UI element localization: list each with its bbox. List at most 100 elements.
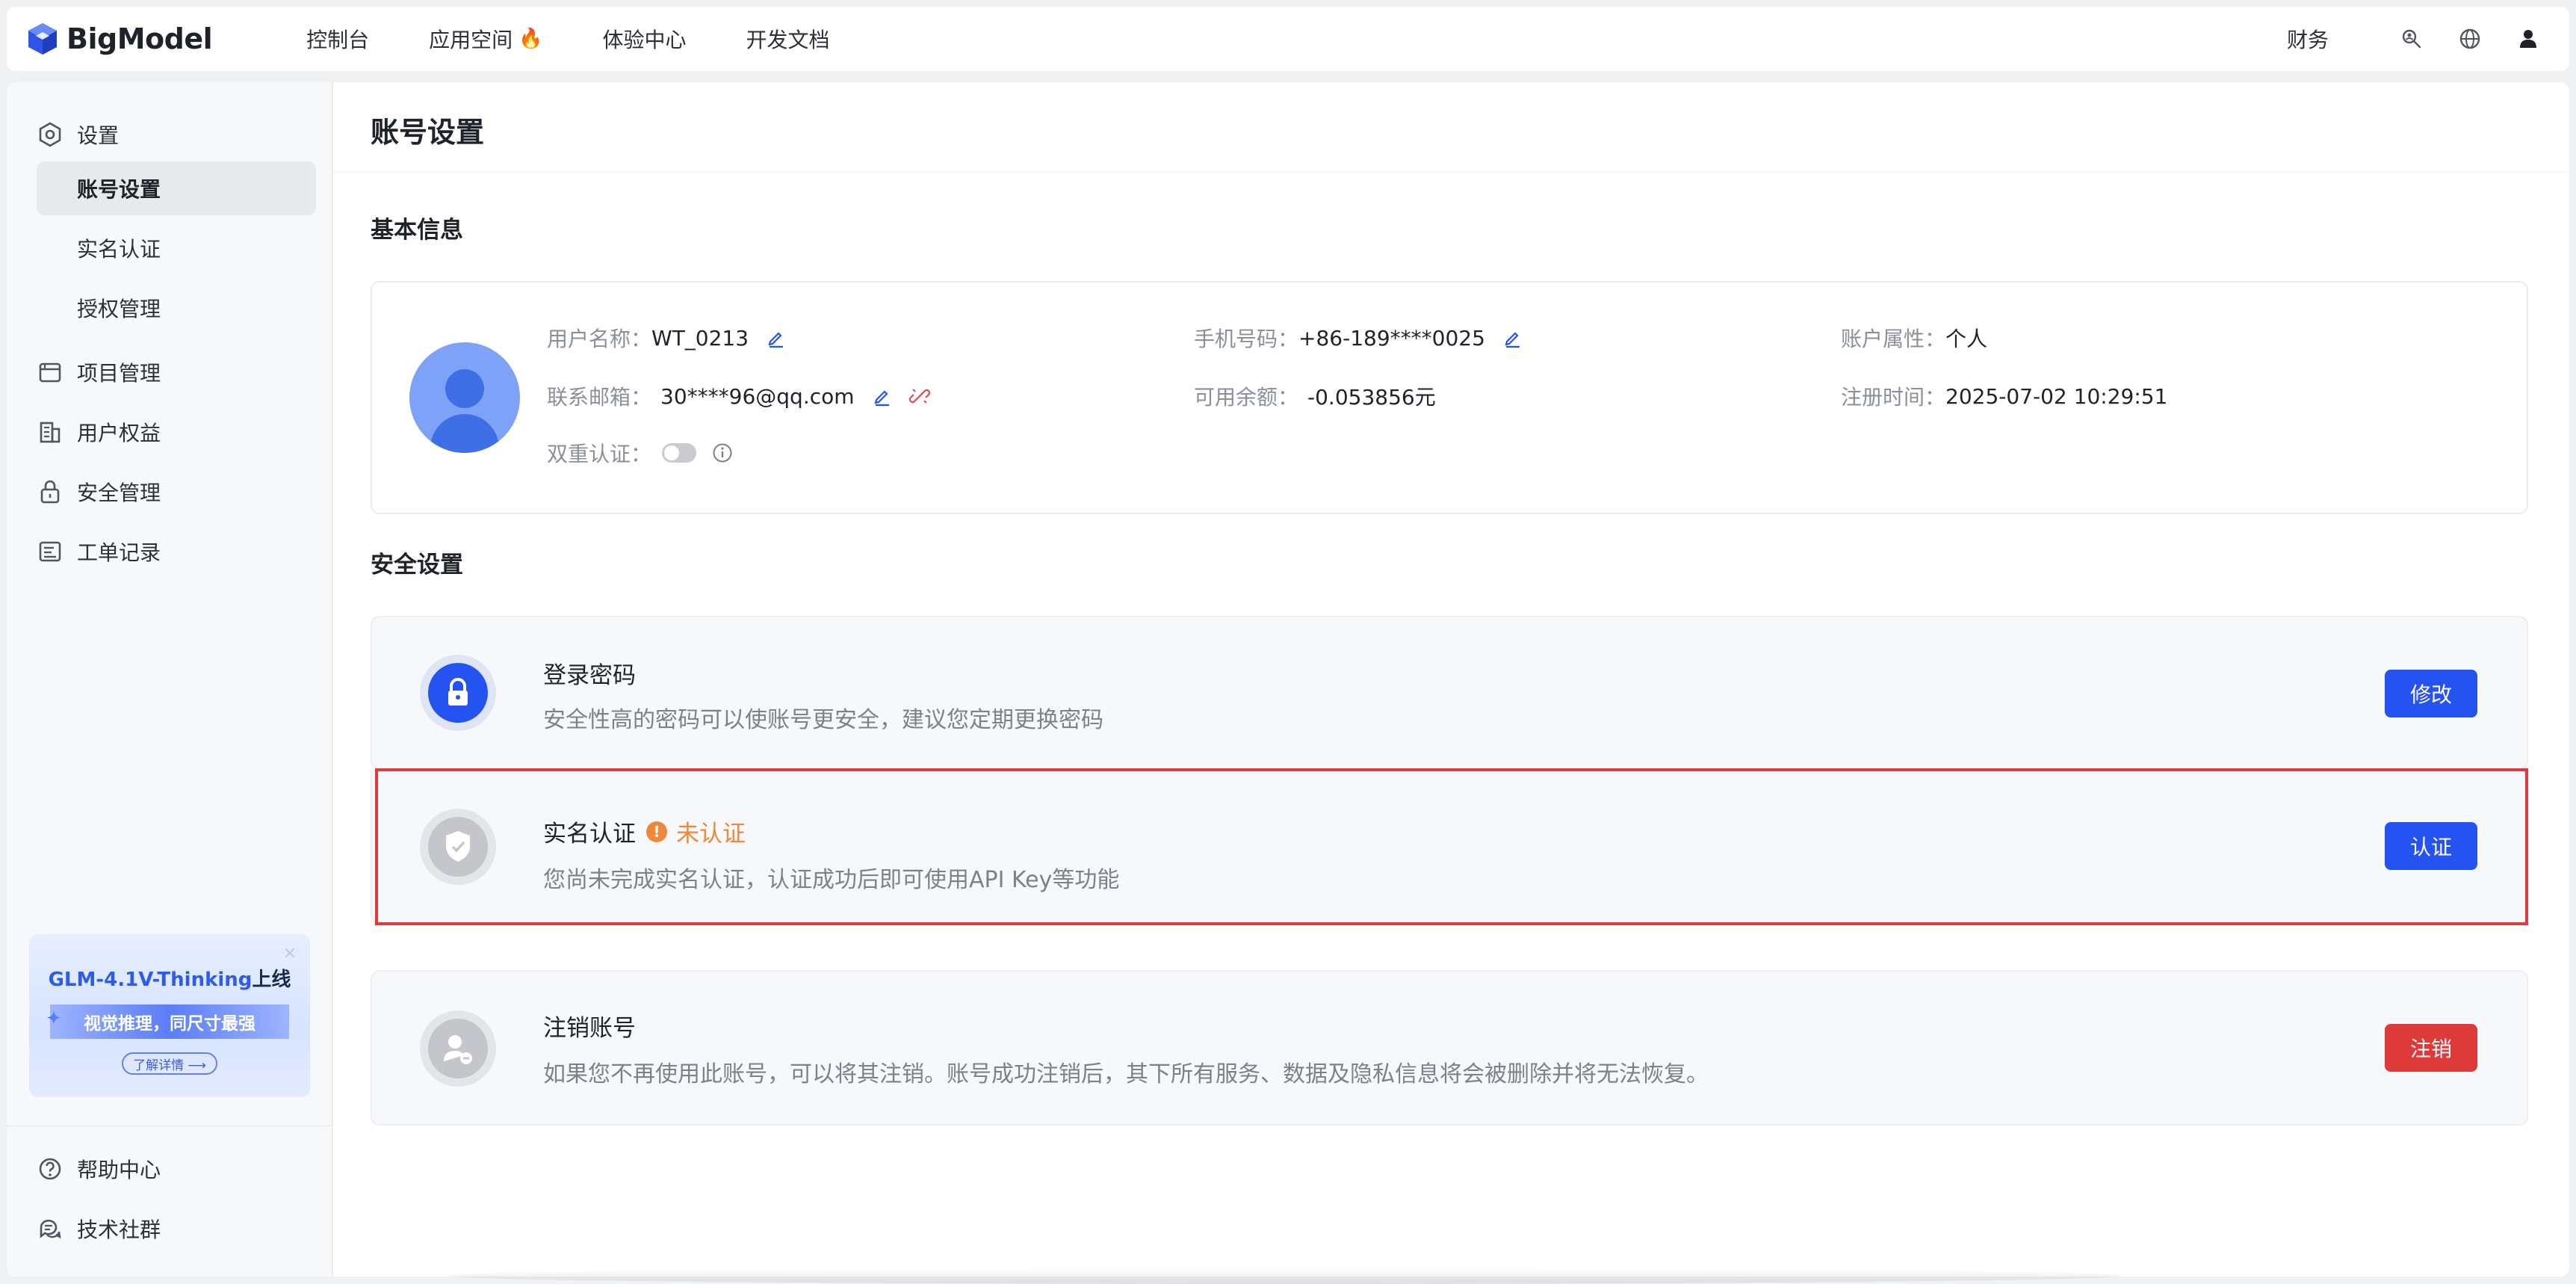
- logo-text: BigModel: [66, 22, 213, 55]
- avatar-body: [430, 414, 499, 453]
- register-time-label: 注册时间：: [1841, 385, 1946, 410]
- balance-value: -0.053856元: [1307, 385, 1436, 410]
- sidebar-item-user-benefits[interactable]: 用户权益: [7, 410, 161, 454]
- promo-subtitle: 视觉推理，同尺寸最强: [50, 1004, 289, 1039]
- promo-learn-more-button[interactable]: 了解详情 ⟶: [122, 1052, 217, 1075]
- email-label: 联系邮箱：: [547, 385, 652, 410]
- help-icon: [39, 1158, 61, 1180]
- password-card: 登录密码 安全性高的密码可以使账号更安全，建议您定期更换密码 修改: [371, 616, 2528, 770]
- nav-app-space-label: 应用空间: [429, 28, 513, 52]
- cancel-account-desc: 如果您不再使用此账号，可以将其注销。账号成功注销后，其下所有服务、数据及隐私信息…: [543, 1061, 1709, 1087]
- cancel-icon-wrap: [420, 1010, 496, 1087]
- lock-icon: [428, 663, 488, 723]
- sidebar-item-security[interactable]: 安全管理: [7, 469, 161, 514]
- sidebar-item-account-settings[interactable]: 账号设置: [37, 161, 316, 215]
- nav-dev-docs[interactable]: 开发文档: [746, 24, 830, 54]
- edit-email-icon[interactable]: [871, 385, 894, 407]
- cancel-account-button[interactable]: 注销: [2385, 1024, 2477, 1072]
- two-factor-field: 双重认证：: [547, 438, 734, 468]
- password-name: 登录密码: [543, 662, 636, 689]
- sidebar-item-label: 项目管理: [77, 361, 161, 386]
- bottom-shadow: [448, 1268, 2122, 1284]
- sidebar-item-tickets[interactable]: 工单记录: [7, 529, 161, 574]
- realname-desc: 您尚未完成实名认证，认证成功后即可使用API Key等功能: [543, 867, 1120, 893]
- realname-name: 实名认证 ! 未认证: [543, 815, 746, 848]
- phone-value: +86-189****0025: [1298, 325, 1485, 351]
- username-field: 用户名称： WT_0213: [547, 323, 787, 353]
- sidebar-item-realname[interactable]: 实名认证: [37, 221, 316, 275]
- fire-icon: 🔥: [518, 28, 543, 50]
- chat-icon: [40, 1219, 61, 1239]
- account-type-label: 账户属性：: [1841, 327, 1946, 351]
- balance-label: 可用余额：: [1194, 385, 1299, 410]
- realname-label: 实名认证: [543, 821, 636, 848]
- balance-field: 可用余额： -0.053856元: [1194, 381, 1436, 411]
- unlink-email-icon[interactable]: [908, 385, 931, 407]
- two-factor-toggle[interactable]: [662, 443, 697, 463]
- project-icon: [39, 362, 61, 383]
- promo-title-rest: 上线: [252, 969, 291, 991]
- sidebar-item-projects[interactable]: 项目管理: [7, 350, 161, 395]
- sidebar-item-authorization[interactable]: 授权管理: [37, 281, 316, 335]
- page-title: 账号设置: [371, 116, 485, 149]
- register-time-value: 2025-07-02 10:29:51: [1945, 383, 2168, 409]
- change-password-button[interactable]: 修改: [2385, 670, 2477, 717]
- top-right-tools: 财务: [2287, 24, 2541, 54]
- sidebar-item-help-center[interactable]: 帮助中心: [7, 1146, 161, 1191]
- nav-console[interactable]: 控制台: [306, 24, 369, 54]
- settings-icon: [39, 122, 61, 147]
- warning-icon: !: [646, 821, 667, 842]
- account-type-value: 个人: [1945, 327, 1988, 351]
- sidebar-item-label: 账号设置: [77, 177, 161, 202]
- sidebar-item-settings[interactable]: 设置: [7, 112, 119, 157]
- verify-realname-button[interactable]: 认证: [2385, 822, 2477, 870]
- sidebar-item-label: 实名认证: [77, 237, 161, 262]
- promo-title-highlight: GLM-4.1V-Thinking: [48, 969, 253, 991]
- nav-app-space[interactable]: 应用空间 🔥: [429, 24, 542, 54]
- close-icon[interactable]: ✕: [283, 945, 297, 963]
- sidebar-item-label: 帮助中心: [77, 1158, 161, 1182]
- bigmodel-logo-icon: [28, 23, 57, 55]
- info-icon[interactable]: [711, 442, 734, 464]
- sidebar-item-label: 工单记录: [77, 540, 161, 565]
- basic-info-card: 用户名称： WT_0213 联系邮箱： 30****96@qq.com 双重认证…: [371, 281, 2528, 514]
- building-icon: [40, 422, 61, 443]
- cancel-account-card: 注销账号 如果您不再使用此账号，可以将其注销。账号成功注销后，其下所有服务、数据…: [371, 970, 2528, 1126]
- phone-label: 手机号码：: [1194, 327, 1299, 351]
- search-person-icon[interactable]: [2399, 26, 2424, 52]
- globe-icon[interactable]: [2457, 26, 2483, 52]
- username-value: WT_0213: [651, 325, 749, 351]
- account-type-field: 账户属性： 个人: [1841, 323, 1987, 353]
- shield-icon: [428, 817, 488, 877]
- ticket-icon: [39, 541, 61, 562]
- logo[interactable]: BigModel: [26, 22, 213, 56]
- realname-card: 实名认证 ! 未认证 您尚未完成实名认证，认证成功后即可使用API Key等功能…: [371, 770, 2528, 924]
- realname-icon-wrap: [420, 809, 496, 885]
- register-time-field: 注册时间： 2025-07-02 10:29:51: [1841, 381, 2167, 411]
- nav-experience-center[interactable]: 体验中心: [603, 24, 687, 54]
- avatar-head: [445, 369, 484, 408]
- edit-phone-icon[interactable]: [1502, 327, 1524, 349]
- user-icon[interactable]: [2515, 26, 2541, 52]
- password-desc: 安全性高的密码可以使账号更安全，建议您定期更换密码: [543, 707, 1103, 733]
- user-remove-icon: [428, 1019, 488, 1078]
- promo-banner[interactable]: ✕ GLM-4.1V-Thinking上线 ✦ 视觉推理，同尺寸最强 了解详情 …: [29, 934, 310, 1097]
- username-label: 用户名称：: [547, 327, 652, 351]
- finance-link[interactable]: 财务: [2287, 24, 2329, 54]
- email-value: 30****96@qq.com: [660, 383, 855, 409]
- title-divider: [333, 172, 2569, 173]
- lock-icon: [40, 480, 60, 504]
- realname-status-badge: 未认证: [676, 821, 746, 848]
- edit-username-icon[interactable]: [765, 327, 787, 349]
- password-icon-wrap: [420, 655, 496, 731]
- top-navigation-bar: BigModel 控制台 应用空间 🔥 体验中心 开发文档 财务: [7, 7, 2569, 71]
- sidebar: 设置 账号设置 实名认证 授权管理 项目管理 用户权益 安全管理 工单记录 ✕ …: [7, 82, 332, 1277]
- security-settings-title: 安全设置: [371, 552, 463, 578]
- sidebar-item-label: 用户权益: [77, 421, 161, 445]
- sidebar-item-tech-community[interactable]: 技术社群: [7, 1206, 161, 1251]
- main-nav: 控制台 应用空间 🔥 体验中心 开发文档: [306, 24, 889, 54]
- promo-title: GLM-4.1V-Thinking上线: [29, 964, 310, 992]
- sidebar-item-label: 设置: [77, 123, 120, 148]
- sidebar-item-label: 授权管理: [77, 297, 161, 321]
- main-content: 账号设置 基本信息 用户名称： WT_0213 联系邮箱： 30****96@q…: [333, 82, 2569, 1277]
